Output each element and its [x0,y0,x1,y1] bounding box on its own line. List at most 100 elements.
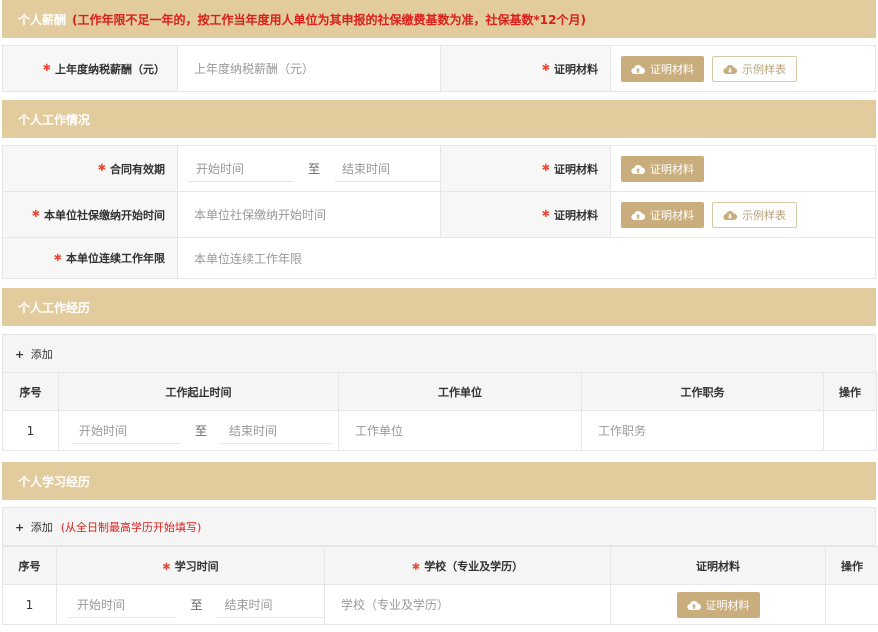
contract-label-cell: ✱ 合同有效期 [3,146,178,191]
upload-proof-button-label: 证明材料 [705,598,750,612]
add-education-label: 添加 [30,520,53,534]
position-placeholder: 工作职务 [598,424,647,438]
add-education-button[interactable]: + 添加 [15,519,53,535]
work-history-section-title: 个人工作经历 [18,300,91,315]
required-star-icon: ✱ [53,252,62,264]
sample-form-button-label: 示例样表 [742,208,786,222]
social-security-row: ✱ 本单位社保缴纳开始时间 本单位社保缴纳开始时间 ✱ 证明材料 证明材料 示例… [2,191,876,238]
actions-cell [825,584,878,625]
add-work-history-button[interactable]: + 添加 [15,346,53,362]
required-star-icon: ✱ [411,561,421,573]
column-header: 序号 [2,546,57,585]
education-toolbar: + 添加 (从全日制最高学历开始填写) [2,507,876,546]
required-star-icon: ✱ [541,163,550,174]
contract-end-placeholder: 结束时间 [342,161,391,176]
row-index: 1 [2,410,59,451]
contract-end-input[interactable]: 结束时间 [334,156,440,182]
upload-proof-button[interactable]: 证明材料 [621,55,704,82]
salary-section-note: (工作年限不足一年的，按工作当年度用人单位为其申报的社保缴费基数为准，社保基数*… [72,12,586,27]
work-end-input[interactable]: 结束时间 [221,418,332,444]
contract-start-input[interactable]: 开始时间 [188,156,294,182]
column-header: 工作起止时间 [58,372,339,411]
column-header: ✱ 学校（专业及学历） [324,546,611,585]
column-header-label: 学习时间 [174,559,219,573]
social-label-cell: ✱ 本单位社保缴纳开始时间 [3,192,178,237]
education-section-header: 个人学习经历 [2,462,876,500]
study-start-input[interactable]: 开始时间 [69,592,177,618]
required-star-icon: ✱ [42,63,51,74]
row-index: 1 [2,584,57,625]
table-header-row: 序号 ✱ 学习时间 ✱ 学校（专业及学历） 证明材料 操作 [2,546,878,585]
salary-proof-actions: 证明材料 示例样表 [611,46,797,91]
salary-input-placeholder: 上年度纳税薪酬（元） [194,62,315,76]
work-history-section-header: 个人工作经历 [2,288,876,326]
study-end-input[interactable]: 结束时间 [216,592,324,618]
position-input[interactable]: 工作职务 [581,410,824,451]
upload-proof-button[interactable]: 证明材料 [676,591,760,618]
required-star-icon: ✱ [541,63,550,74]
cloud-upload-icon [631,64,645,74]
work-years-label-cell: ✱ 本单位连续工作年限 [3,238,178,278]
contract-proof-label-cell: ✱ 证明材料 [441,146,611,191]
contract-proof-label: 证明材料 [554,162,598,176]
education-section-title: 个人学习经历 [18,474,91,489]
work-period-cell: 开始时间 至 结束时间 [58,410,339,451]
study-start-placeholder: 开始时间 [77,597,126,612]
upload-proof-button-label: 证明材料 [650,62,694,76]
salary-proof-label-cell: ✱ 证明材料 [441,46,611,91]
date-range-separator: 至 [190,598,203,612]
cloud-upload-icon [686,600,701,610]
actions-cell [823,410,877,451]
salary-field-label: 上年度纳税薪酬（元） [55,62,165,76]
social-proof-actions: 证明材料 示例样表 [611,192,797,237]
column-header-label: 学校（专业及学历） [424,559,524,573]
table-row: 1 开始时间 至 结束时间 工作单位 工作职务 [2,410,877,451]
work-history-toolbar: + 添加 [2,334,876,373]
contract-proof-actions: 证明材料 [611,146,704,191]
upload-proof-button-label: 证明材料 [650,208,694,222]
cloud-download-icon [723,64,737,74]
table-row: 1 开始时间 至 结束时间 学校（专业及学历） 证明材料 [2,584,878,625]
column-header: 证明材料 [610,546,826,585]
sample-form-button[interactable]: 示例样表 [712,201,797,228]
sample-form-button[interactable]: 示例样表 [712,55,797,82]
school-input[interactable]: 学校（专业及学历） [324,584,611,625]
work-end-placeholder: 结束时间 [229,423,278,438]
social-start-input[interactable]: 本单位社保缴纳开始时间 [178,192,441,237]
cloud-upload-icon [631,210,645,220]
cloud-upload-icon [631,164,645,174]
upload-proof-button-label: 证明材料 [650,162,694,176]
add-work-history-label: 添加 [30,347,53,361]
contract-label: 合同有效期 [110,162,165,176]
work-history-table: 序号 工作起止时间 工作单位 工作职务 操作 1 开始时间 至 结束时间 工作单… [2,372,877,451]
company-input[interactable]: 工作单位 [338,410,582,451]
work-status-section-title: 个人工作情况 [18,112,91,127]
column-header: 工作职务 [581,372,824,411]
column-header: 序号 [2,372,59,411]
date-range-separator: 至 [195,424,208,438]
plus-icon: + [15,347,25,361]
work-years-label: 本单位连续工作年限 [66,252,165,265]
salary-row: ✱ 上年度纳税薪酬（元） 上年度纳税薪酬（元） ✱ 证明材料 证明材料 示例样表 [2,45,876,92]
sample-form-button-label: 示例样表 [742,62,786,76]
column-header: 操作 [823,372,877,411]
study-end-placeholder: 结束时间 [224,597,273,612]
education-tip: (从全日制最高学历开始填写) [60,520,202,534]
work-start-placeholder: 开始时间 [79,423,128,438]
upload-proof-button[interactable]: 证明材料 [621,201,704,228]
work-years-input[interactable]: 本单位连续工作年限 [178,238,875,278]
table-header-row: 序号 工作起止时间 工作单位 工作职务 操作 [2,372,877,411]
required-star-icon: ✱ [31,209,40,220]
required-star-icon: ✱ [162,561,171,573]
required-star-icon: ✱ [97,163,106,174]
date-range-separator: 至 [307,162,320,176]
work-status-section-header: 个人工作情况 [2,100,876,138]
upload-proof-button[interactable]: 证明材料 [621,155,704,182]
company-placeholder: 工作单位 [355,424,404,438]
work-start-input[interactable]: 开始时间 [71,418,181,444]
salary-input[interactable]: 上年度纳税薪酬（元） [178,46,441,91]
contract-row: ✱ 合同有效期 开始时间 至 结束时间 ✱ 证明材料 证明材料 [2,145,876,192]
column-header: 操作 [825,546,878,585]
social-start-placeholder: 本单位社保缴纳开始时间 [194,208,327,222]
social-proof-label: 证明材料 [554,208,598,222]
